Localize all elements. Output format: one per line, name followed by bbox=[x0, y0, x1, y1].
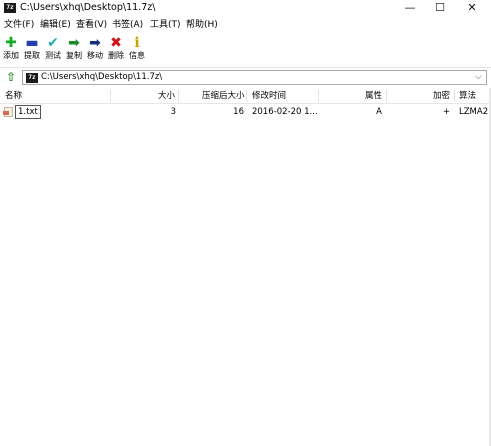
minimize-button[interactable]: — bbox=[395, 0, 425, 17]
window-title: C:\Users\xhq\Desktop\11.7z\ bbox=[20, 2, 156, 13]
menu-help[interactable]: 帮助(H) bbox=[186, 18, 218, 32]
column-header-packed-size[interactable]: 压缩后大小 bbox=[202, 90, 245, 102]
address-bar: ⇧ 7z C:\Users\xhq\Desktop\11.7z\ ⌵ bbox=[0, 69, 491, 87]
move-icon: ➡ bbox=[89, 35, 101, 51]
file-modified: 2016-02-20 1... bbox=[252, 107, 318, 117]
address-path: C:\Users\xhq\Desktop\11.7z\ bbox=[41, 72, 163, 82]
title-bar: 7z C:\Users\xhq\Desktop\11.7z\ — ☐ ✕ bbox=[0, 0, 491, 17]
add-icon: ✚ bbox=[5, 35, 17, 51]
test-icon: ✔ bbox=[47, 35, 59, 51]
test-button[interactable]: ✔ 测试 bbox=[42, 35, 64, 65]
column-divider[interactable] bbox=[110, 90, 111, 102]
menu-bookmarks[interactable]: 书签(A) bbox=[112, 18, 143, 32]
file-encrypted: + bbox=[442, 107, 450, 117]
delete-button[interactable]: ✖ 删除 bbox=[105, 35, 127, 65]
file-packed-size: 16 bbox=[233, 107, 244, 117]
add-label: 添加 bbox=[3, 51, 19, 60]
extract-label: 提取 bbox=[24, 51, 40, 60]
delete-icon: ✖ bbox=[110, 35, 122, 51]
move-button[interactable]: ➡ 移动 bbox=[84, 35, 106, 65]
app-7z-icon: 7z bbox=[4, 3, 16, 13]
delete-label: 删除 bbox=[108, 51, 124, 60]
move-label: 移动 bbox=[87, 51, 103, 60]
menu-tools[interactable]: 工具(T) bbox=[150, 18, 181, 32]
menu-view[interactable]: 查看(V) bbox=[76, 18, 107, 32]
close-button[interactable]: ✕ bbox=[457, 0, 487, 17]
up-folder-icon[interactable]: ⇧ bbox=[4, 69, 18, 85]
column-divider[interactable] bbox=[178, 90, 179, 102]
column-header-method[interactable]: 算法 bbox=[459, 90, 476, 102]
column-header-name[interactable]: 名称 bbox=[5, 90, 22, 102]
menu-edit[interactable]: 编辑(E) bbox=[40, 18, 71, 32]
file-attributes: A bbox=[376, 107, 382, 117]
info-button[interactable]: i 信息 bbox=[126, 35, 148, 65]
info-icon: i bbox=[134, 35, 140, 51]
test-label: 测试 bbox=[45, 51, 61, 60]
archive-7z-icon: 7z bbox=[26, 73, 38, 83]
column-header-encrypted[interactable]: 加密 bbox=[433, 90, 450, 102]
toolbar: ✚ 添加 ▬ 提取 ✔ 测试 ➡ 复制 ➡ 移动 ✖ 删除 i 信息 bbox=[0, 33, 491, 68]
info-label: 信息 bbox=[129, 51, 145, 60]
extract-icon: ▬ bbox=[25, 35, 39, 51]
file-method: LZMA2 bbox=[459, 107, 489, 117]
file-size: 3 bbox=[170, 107, 176, 117]
column-header-row: 名称 大小 压缩后大小 修改时间 属性 加密 算法 bbox=[0, 89, 491, 104]
file-name[interactable]: 1.txt bbox=[15, 105, 41, 119]
copy-button[interactable]: ➡ 复制 bbox=[63, 35, 85, 65]
column-header-size[interactable]: 大小 bbox=[158, 90, 175, 102]
copy-label: 复制 bbox=[66, 51, 82, 60]
column-header-modified[interactable]: 修改时间 bbox=[252, 90, 286, 102]
column-header-attributes[interactable]: 属性 bbox=[365, 90, 382, 102]
column-divider[interactable] bbox=[386, 90, 387, 102]
chevron-down-icon[interactable]: ⌵ bbox=[475, 71, 482, 83]
menu-bar: 文件(F) 编辑(E) 查看(V) 书签(A) 工具(T) 帮助(H) bbox=[0, 17, 491, 33]
address-field[interactable]: 7z C:\Users\xhq\Desktop\11.7z\ ⌵ bbox=[22, 70, 487, 85]
table-row[interactable]: 1.txt 3 16 2016-02-20 1... A + LZMA2 bbox=[0, 105, 491, 119]
text-file-icon bbox=[3, 107, 13, 117]
column-divider[interactable] bbox=[246, 90, 247, 102]
add-button[interactable]: ✚ 添加 bbox=[0, 35, 22, 65]
maximize-button[interactable]: ☐ bbox=[425, 0, 455, 17]
copy-icon: ➡ bbox=[68, 35, 80, 51]
menu-file[interactable]: 文件(F) bbox=[4, 18, 34, 32]
column-divider[interactable] bbox=[454, 90, 455, 102]
column-divider[interactable] bbox=[318, 90, 319, 102]
extract-button[interactable]: ▬ 提取 bbox=[21, 35, 43, 65]
